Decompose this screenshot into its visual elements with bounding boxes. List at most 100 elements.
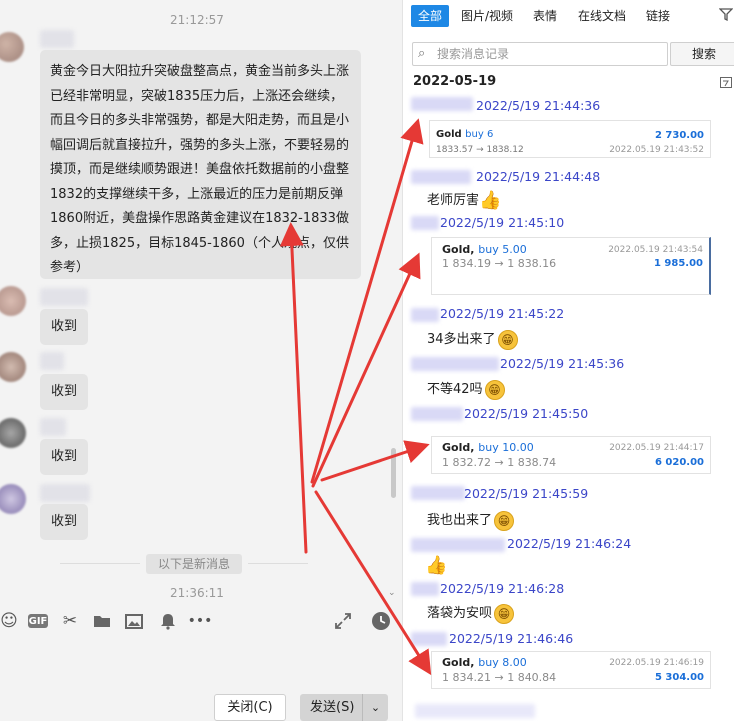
trade-amount: 6 020.00 (654, 457, 704, 468)
search-icon: ⌕ (418, 46, 426, 61)
message-text[interactable]: 34多出来了 😁 (427, 328, 518, 350)
sender-name (415, 704, 535, 718)
message-time: 2022/5/19 21:45:36 (500, 356, 625, 371)
sender-name (411, 632, 447, 646)
smile-icon[interactable]: ☺ (0, 610, 18, 632)
bell-icon[interactable] (158, 610, 178, 632)
search-input[interactable]: ⌕ 搜索消息记录 (412, 42, 668, 66)
message-text[interactable]: 我也出来了 😁 (427, 509, 515, 531)
message-time: 2022/5/19 21:45:59 (464, 486, 589, 501)
avatar[interactable] (0, 32, 24, 62)
avatar[interactable] (0, 286, 26, 316)
close-button[interactable]: 关闭(C) (214, 694, 286, 721)
expand-icon[interactable] (332, 610, 354, 632)
history-icon[interactable] (370, 610, 392, 632)
tab-docs[interactable]: 在线文档 (578, 5, 626, 27)
scrollbar[interactable] (391, 448, 396, 498)
trade-card[interactable]: Gold, buy 10.00 1 832.72 → 1 838.74 2022… (431, 436, 711, 474)
trade-amount: 5 304.00 (654, 672, 704, 683)
tab-media[interactable]: 图片/视频 (461, 5, 513, 27)
tab-bar: 全部 图片/视频 表情 在线文档 链接 (403, 0, 734, 32)
message-time: 2022/5/19 21:46:46 (449, 631, 574, 646)
tab-all[interactable]: 全部 (411, 5, 449, 27)
trade-symbol: Gold, buy 5.00 (442, 243, 527, 256)
sender-name (411, 357, 499, 371)
thumbs-up-emoji: 👍 (479, 190, 502, 211)
trade-prices: 1 834.19 → 1 838.16 (442, 257, 557, 270)
send-button[interactable]: 发送(S) ⌄ (300, 694, 388, 721)
message-text[interactable]: 不等42吗 😁 (427, 378, 505, 400)
message-time: 2022/5/19 21:44:48 (476, 169, 601, 184)
sender-name (40, 484, 90, 502)
image-icon[interactable] (124, 610, 144, 632)
trade-symbol: Gold buy 6 (436, 129, 494, 140)
new-messages-divider: 以下是新消息 (146, 554, 242, 574)
chevron-down-icon[interactable]: ⌄ (388, 588, 396, 598)
message-time: 2022/5/19 21:44:36 (476, 98, 601, 113)
message-text[interactable]: 👍 (425, 555, 447, 576)
send-label: 发送(S) (310, 700, 355, 715)
calendar-icon[interactable] (720, 76, 732, 92)
search-placeholder: 搜索消息记录 (437, 47, 510, 61)
sender-name (411, 407, 463, 421)
trade-datetime: 2022.05.19 21:46:19 (609, 658, 704, 668)
filter-icon[interactable] (718, 8, 734, 25)
gif-icon[interactable]: GIF (28, 614, 48, 628)
chat-window: 21:12:57 黄金今日大阳拉升突破盘整高点，黄金当前多头上涨已经非常明显，突… (0, 0, 734, 721)
message-bubble[interactable]: 黄金今日大阳拉升突破盘整高点，黄金当前多头上涨已经非常明显，突破1835压力后，… (40, 50, 361, 279)
trade-prices: 1833.57 → 1838.12 (436, 145, 524, 155)
grin-emoji: 😁 (494, 603, 515, 624)
more-icon[interactable]: ••• (188, 610, 213, 632)
message-text[interactable]: 老师厉害👍 (427, 189, 501, 211)
trade-amount: 2 730.00 (654, 130, 704, 141)
message-time: 2022/5/19 21:45:22 (440, 306, 565, 321)
sender-name (411, 582, 439, 596)
sender-name (411, 486, 465, 500)
trade-amount: 1 985.00 (653, 258, 703, 269)
message-time: 2022/5/19 21:45:50 (464, 406, 589, 421)
message-bubble[interactable]: 收到 (40, 374, 88, 410)
message-time: 2022/5/19 21:45:10 (440, 215, 565, 230)
tab-links[interactable]: 链接 (646, 5, 670, 27)
sender-name (40, 418, 66, 436)
sender-name (40, 352, 64, 370)
message-bubble[interactable]: 收到 (40, 439, 88, 475)
avatar[interactable] (0, 418, 26, 448)
avatar[interactable] (0, 484, 26, 514)
divider (248, 563, 308, 564)
grin-emoji: 😁 (484, 379, 505, 400)
trade-datetime: 2022.05.19 21:44:17 (609, 443, 704, 453)
message-time: 2022/5/19 21:46:24 (507, 536, 632, 551)
message-bubble[interactable]: 收到 (40, 504, 88, 540)
scissors-icon[interactable]: ✂ (60, 610, 80, 632)
message-time: 2022/5/19 21:46:28 (440, 581, 565, 596)
trade-prices: 1 832.72 → 1 838.74 (442, 456, 557, 469)
divider (60, 563, 140, 564)
message-bubble[interactable]: 收到 (40, 309, 88, 345)
date-header: 2022-05-19 (413, 74, 497, 89)
trade-symbol: Gold, buy 10.00 (442, 441, 534, 454)
trade-prices: 1 834.21 → 1 840.84 (442, 671, 557, 684)
timestamp: 21:36:11 (170, 586, 224, 600)
trade-card[interactable]: Gold buy 6 1833.57 → 1838.12 2 730.00 20… (429, 120, 711, 158)
chevron-down-icon[interactable]: ⌄ (362, 694, 388, 721)
search-button[interactable]: 搜索 (670, 42, 734, 66)
message-text[interactable]: 落袋为安呗 😁 (427, 602, 515, 624)
sender-name (411, 308, 439, 322)
timestamp: 21:12:57 (170, 13, 224, 27)
grin-emoji: 😁 (497, 329, 518, 350)
trade-card[interactable]: Gold, buy 5.00 1 834.19 → 1 838.16 2022.… (431, 237, 711, 295)
thumbs-up-emoji: 👍 (425, 555, 448, 576)
trade-card[interactable]: Gold, buy 8.00 1 834.21 → 1 840.84 2022.… (431, 651, 711, 689)
chat-pane: 21:12:57 黄金今日大阳拉升突破盘整高点，黄金当前多头上涨已经非常明显，突… (0, 0, 402, 721)
input-toolbar: ☺ GIF ✂ ••• (0, 606, 402, 638)
history-panel: 全部 图片/视频 表情 在线文档 链接 ⌕ 搜索消息记录 搜索 2022-05-… (402, 0, 734, 721)
avatar[interactable] (0, 352, 26, 382)
sender-name (411, 216, 439, 230)
folder-icon[interactable] (92, 610, 112, 632)
grin-emoji: 😁 (494, 510, 515, 531)
trade-symbol: Gold, buy 8.00 (442, 656, 527, 669)
sender-name (411, 170, 471, 184)
tab-stickers[interactable]: 表情 (533, 5, 557, 27)
sender-name (411, 97, 473, 111)
